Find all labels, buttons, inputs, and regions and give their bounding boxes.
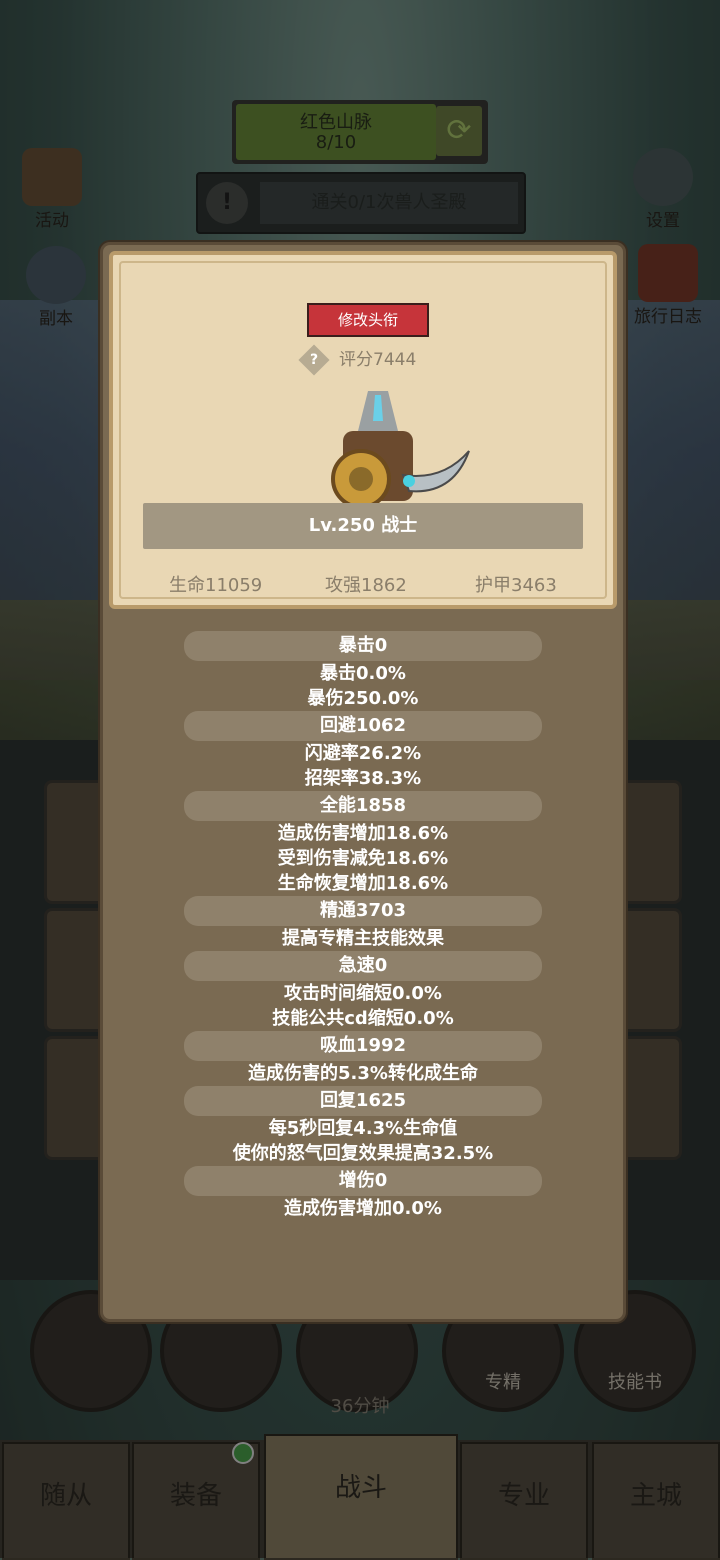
stat-section: 回避1062 闪避率26.2% 招架率38.3% (103, 711, 623, 791)
section-header: 回避1062 (184, 711, 542, 741)
stat-section: 精通3703 提高专精主技能效果 (103, 896, 623, 951)
section-header: 急速0 (184, 951, 542, 981)
stat-line: 造成伤害增加0.0% (284, 1198, 442, 1219)
help-icon-glyph: ? (309, 352, 319, 368)
section-header: 回复1625 (184, 1086, 542, 1116)
stat-line: 技能公共cd缩短0.0% (272, 1008, 454, 1029)
score-value: 评分7444 (339, 350, 417, 370)
stat-line: 每5秒回复4.3%生命值 (268, 1118, 458, 1139)
stat-line: 暴击0.0% (320, 663, 406, 684)
stat-line: 生命恢复增加18.6% (277, 873, 449, 894)
stat-line: 造成伤害的5.3%转化成生命 (248, 1063, 478, 1084)
stat-section: 急速0 攻击时间缩短0.0% 技能公共cd缩短0.0% (103, 951, 623, 1031)
section-header: 全能1858 (184, 791, 542, 821)
attack-stat: 攻强1862 (325, 575, 407, 596)
level-class-banner: Lv.250 战士 (143, 503, 583, 549)
stat-section: 全能1858 造成伤害增加18.6% 受到伤害减免18.6% 生命恢复增加18.… (103, 791, 623, 896)
stat-line: 招架率38.3% (304, 768, 422, 789)
help-icon[interactable]: ? (298, 344, 330, 376)
score: ? 评分7444 (298, 344, 417, 376)
section-header: 暴击0 (184, 631, 542, 661)
detailed-stats-list: 暴击0 暴击0.0% 暴伤250.0% 回避1062 闪避率26.2% 招架率3… (103, 631, 623, 1221)
change-title-button[interactable]: 修改头衔 (307, 303, 429, 337)
character-card: 修改头衔 ? 评分7444 Lv.250 战士 生命11059 攻强1862 护甲… (109, 251, 617, 609)
warrior-avatar (331, 391, 470, 509)
section-header: 增伤0 (184, 1166, 542, 1196)
stat-line: 攻击时间缩短0.0% (284, 983, 442, 1004)
stat-line: 造成伤害增加18.6% (277, 823, 449, 844)
stat-section: 回复1625 每5秒回复4.3%生命值 使你的怒气回复效果提高32.5% (103, 1086, 623, 1166)
stat-section: 吸血1992 造成伤害的5.3%转化成生命 (103, 1031, 623, 1086)
base-stats-row: 生命11059 攻强1862 护甲3463 (113, 571, 621, 601)
stat-section: 暴击0 暴击0.0% 暴伤250.0% (103, 631, 623, 711)
character-stats-popup: 修改头衔 ? 评分7444 Lv.250 战士 生命11059 攻强1862 护甲… (100, 242, 626, 1322)
stat-line: 受到伤害减免18.6% (277, 848, 449, 869)
stat-line: 提高专精主技能效果 (282, 928, 444, 949)
section-header: 精通3703 (184, 896, 542, 926)
stat-line: 暴伤250.0% (307, 688, 419, 709)
section-header: 吸血1992 (184, 1031, 542, 1061)
stat-section: 增伤0 造成伤害增加0.0% (103, 1166, 623, 1221)
armor-stat: 护甲3463 (475, 575, 557, 596)
stat-line: 闪避率26.2% (304, 743, 422, 764)
hp-stat: 生命11059 (169, 575, 263, 596)
stat-line: 使你的怒气回复效果提高32.5% (232, 1143, 494, 1164)
